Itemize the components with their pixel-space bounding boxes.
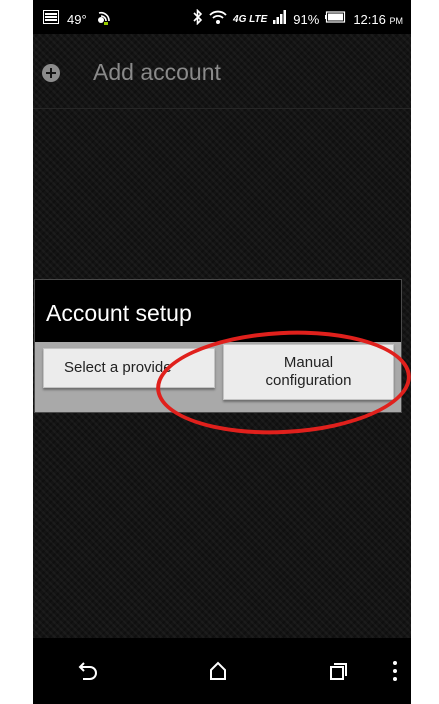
overflow-menu-icon[interactable]: [385, 659, 405, 683]
manual-configuration-button[interactable]: Manual configuration: [223, 344, 394, 400]
signal-icon: [273, 10, 287, 28]
manual-label-line2: configuration: [265, 372, 352, 389]
recent-apps-icon[interactable]: [323, 656, 353, 686]
app-area: Add account Account setup Select a provi…: [33, 34, 411, 638]
clock-time: 12:16: [353, 11, 386, 27]
notification-icon: [43, 10, 59, 28]
status-bar: 49° 4G LTE 91% 12:16 PM: [33, 0, 411, 34]
bluetooth-icon: [193, 8, 203, 29]
status-bar-left: 49°: [43, 9, 111, 29]
wifi-icon: [209, 9, 227, 29]
add-circle-icon: [42, 64, 60, 82]
account-setup-dialog: Account setup Select a provide Manual co…: [34, 279, 402, 413]
dialog-title: Account setup: [46, 300, 192, 326]
phone-screen: 49° 4G LTE 91% 12:16 PM Add account Acco…: [33, 0, 411, 704]
status-bar-right: 4G LTE 91% 12:16 PM: [193, 8, 403, 29]
select-provider-button[interactable]: Select a provide: [43, 348, 215, 388]
weather-icon: [95, 9, 111, 29]
lte-icon: 4G LTE: [233, 13, 268, 25]
navigation-bar: [33, 638, 411, 704]
battery-percent: 91%: [293, 11, 320, 27]
page-title: Add account: [93, 59, 221, 85]
dialog-button-bar: Select a provide Manual configuration: [35, 342, 401, 412]
back-icon[interactable]: [73, 656, 103, 686]
battery-icon: [325, 11, 347, 27]
clock-ampm: PM: [389, 15, 404, 26]
action-bar: Add account: [33, 34, 411, 109]
temperature-text: 49°: [67, 11, 87, 27]
manual-label-line1: Manual: [283, 354, 334, 371]
home-icon[interactable]: [203, 656, 233, 686]
clock: 12:16 PM: [353, 12, 403, 27]
